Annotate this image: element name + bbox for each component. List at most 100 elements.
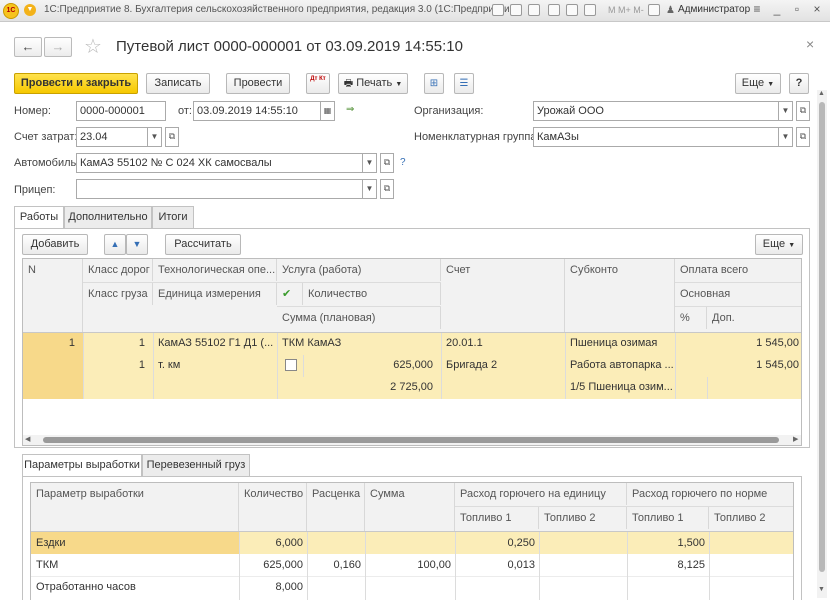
monitor-icon[interactable]	[548, 4, 560, 16]
more-button[interactable]: Еще ▼	[735, 73, 781, 94]
col-param-sum[interactable]: Сумма	[365, 483, 455, 531]
col-tech-op[interactable]: Технологическая опе...	[153, 259, 277, 281]
col-fuel-unit-2[interactable]: Топливо 2	[539, 507, 627, 529]
move-down-icon[interactable]: ▼	[126, 234, 148, 255]
number-field[interactable]: 0000-000001	[76, 101, 166, 121]
col-rate[interactable]: Расценка	[307, 483, 365, 531]
organization-dropdown-icon[interactable]: ▼	[779, 101, 793, 121]
param-name[interactable]: Отработанно часов	[31, 577, 239, 597]
col-param[interactable]: Параметр выработки	[31, 483, 239, 531]
param-sum: 100,00	[417, 559, 451, 571]
post-and-close-button[interactable]: Провести и закрыть	[14, 73, 138, 94]
add-button[interactable]: Добавить	[22, 234, 88, 255]
date-field[interactable]: 03.09.2019 14:55:10	[193, 101, 321, 121]
scroll-down-icon[interactable]: ▼	[818, 586, 825, 593]
tab-works[interactable]: Работы	[14, 206, 64, 229]
works-hscroll[interactable]: ◀ ▶	[23, 435, 801, 445]
form-vscroll-thumb[interactable]	[819, 102, 825, 572]
col-param-qty[interactable]: Количество	[239, 483, 307, 531]
col-quantity[interactable]: Количество	[303, 283, 441, 305]
vehicle-open-icon[interactable]: ⧉	[380, 153, 394, 173]
col-extra[interactable]: Доп.	[707, 307, 801, 329]
nomgroup-open-icon[interactable]: ⧉	[796, 127, 810, 147]
col-cargo-class[interactable]: Класс груза	[83, 283, 153, 305]
row-subconto-3: 1/5 Пшеница озим...	[570, 381, 673, 393]
structure-icon[interactable]: ⊞	[424, 73, 444, 94]
close-window-icon[interactable]: ×	[810, 3, 824, 17]
scroll-up-icon[interactable]: ▲	[818, 90, 825, 97]
col-road-class[interactable]: Класс дорог	[83, 259, 153, 281]
nomgroup-field[interactable]: КамАЗы	[533, 127, 779, 147]
row-checkbox[interactable]	[285, 359, 297, 371]
save-button[interactable]: Записать	[146, 73, 210, 94]
tab-additional[interactable]: Дополнительно	[64, 206, 152, 228]
col-fuel-unit-1[interactable]: Топливо 1	[455, 507, 539, 529]
works-more-button[interactable]: Еще ▼	[755, 234, 803, 255]
help-icon[interactable]: ?	[400, 157, 406, 168]
forward-button[interactable]: →	[44, 37, 72, 57]
col-main[interactable]: Основная	[675, 283, 801, 305]
help-button[interactable]: ?	[789, 73, 809, 94]
arrow-icon[interactable]: ⇒	[346, 104, 354, 115]
print-icon[interactable]	[510, 4, 522, 16]
account-open-icon[interactable]: ⧉	[165, 127, 179, 147]
close-form-icon[interactable]: ×	[806, 36, 814, 52]
app-logo-icon: 1С	[3, 3, 19, 19]
tab-cargo[interactable]: Перевезенный груз	[142, 454, 250, 476]
col-fuel-norm-1[interactable]: Топливо 1	[627, 507, 709, 529]
vehicle-dropdown-icon[interactable]: ▼	[363, 153, 377, 173]
trailer-field[interactable]	[76, 179, 363, 199]
document-icon[interactable]	[566, 4, 578, 16]
calculate-button[interactable]: Рассчитать	[165, 234, 241, 255]
works-table: N Класс дорог Класс груза Технологическа…	[22, 258, 802, 446]
col-pct[interactable]: %	[675, 307, 707, 329]
col-service[interactable]: Услуга (работа)	[277, 259, 441, 281]
bell-icon[interactable]	[648, 4, 660, 16]
col-account[interactable]: Счет	[441, 259, 565, 332]
save-icon[interactable]	[528, 4, 540, 16]
back-button[interactable]: ←	[14, 37, 42, 57]
calendar-icon[interactable]: ▦	[321, 101, 335, 121]
nomgroup-dropdown-icon[interactable]: ▼	[779, 127, 793, 147]
move-up-icon[interactable]: ▲	[104, 234, 126, 255]
user-name[interactable]: Администратор	[678, 4, 750, 15]
post-button[interactable]: Провести	[226, 73, 290, 94]
minimize-icon[interactable]: _	[770, 3, 784, 17]
col-fuel-norm-2[interactable]: Топливо 2	[709, 507, 793, 529]
print-button[interactable]: 🖶 Печать ▼	[338, 73, 408, 94]
settings-icon[interactable]: ≡	[750, 3, 764, 17]
check-icon[interactable]: ✔	[277, 283, 303, 305]
account-dropdown-icon[interactable]: ▼	[148, 127, 162, 147]
maximize-icon[interactable]: ▫	[790, 3, 804, 17]
list-icon[interactable]: ☰	[454, 73, 474, 94]
account-field[interactable]: 23.04	[76, 127, 148, 147]
organization-open-icon[interactable]: ⧉	[796, 101, 810, 121]
memory-icons[interactable]: M M+ M-	[608, 5, 644, 15]
vehicle-field[interactable]: КамАЗ 55102 № С 024 ХК самосвалы	[76, 153, 363, 173]
scroll-left-icon[interactable]: ◀	[25, 435, 30, 443]
chevron-down-icon: ▼	[788, 242, 796, 249]
trailer-open-icon[interactable]: ⧉	[380, 179, 394, 199]
organization-field[interactable]: Урожай ООО	[533, 101, 779, 121]
menu-chevron-icon[interactable]: ▼	[24, 4, 36, 16]
param-name[interactable]: ТКМ	[31, 555, 239, 575]
col-unit[interactable]: Единица измерения	[153, 283, 277, 305]
scroll-right-icon[interactable]: ▶	[793, 435, 798, 443]
col-n[interactable]: N	[23, 259, 83, 332]
row-sum-plan: 2 725,00	[390, 381, 433, 393]
dt-kt-icon[interactable]: Дт Кт	[306, 73, 330, 94]
toolbar-icon-1[interactable]	[492, 4, 504, 16]
tab-totals[interactable]: Итоги	[152, 206, 194, 228]
user-icon[interactable]: ♟	[666, 5, 675, 16]
works-hscroll-thumb[interactable]	[43, 437, 779, 443]
col-fuel-unit[interactable]: Расход горючего на единицу	[455, 483, 627, 505]
col-sum-plan[interactable]: Сумма (плановая)	[277, 307, 441, 329]
col-subconto[interactable]: Субконто	[565, 259, 675, 332]
calendar-icon[interactable]	[584, 4, 596, 16]
col-fuel-norm[interactable]: Расход горючего по норме	[627, 483, 793, 505]
tab-output-params[interactable]: Параметры выработки	[22, 454, 142, 477]
favorite-star-icon[interactable]: ☆	[84, 34, 102, 59]
form-vscroll[interactable]: ▲ ▼	[817, 90, 827, 598]
col-pay-total[interactable]: Оплата всего	[675, 259, 801, 281]
trailer-dropdown-icon[interactable]: ▼	[363, 179, 377, 199]
